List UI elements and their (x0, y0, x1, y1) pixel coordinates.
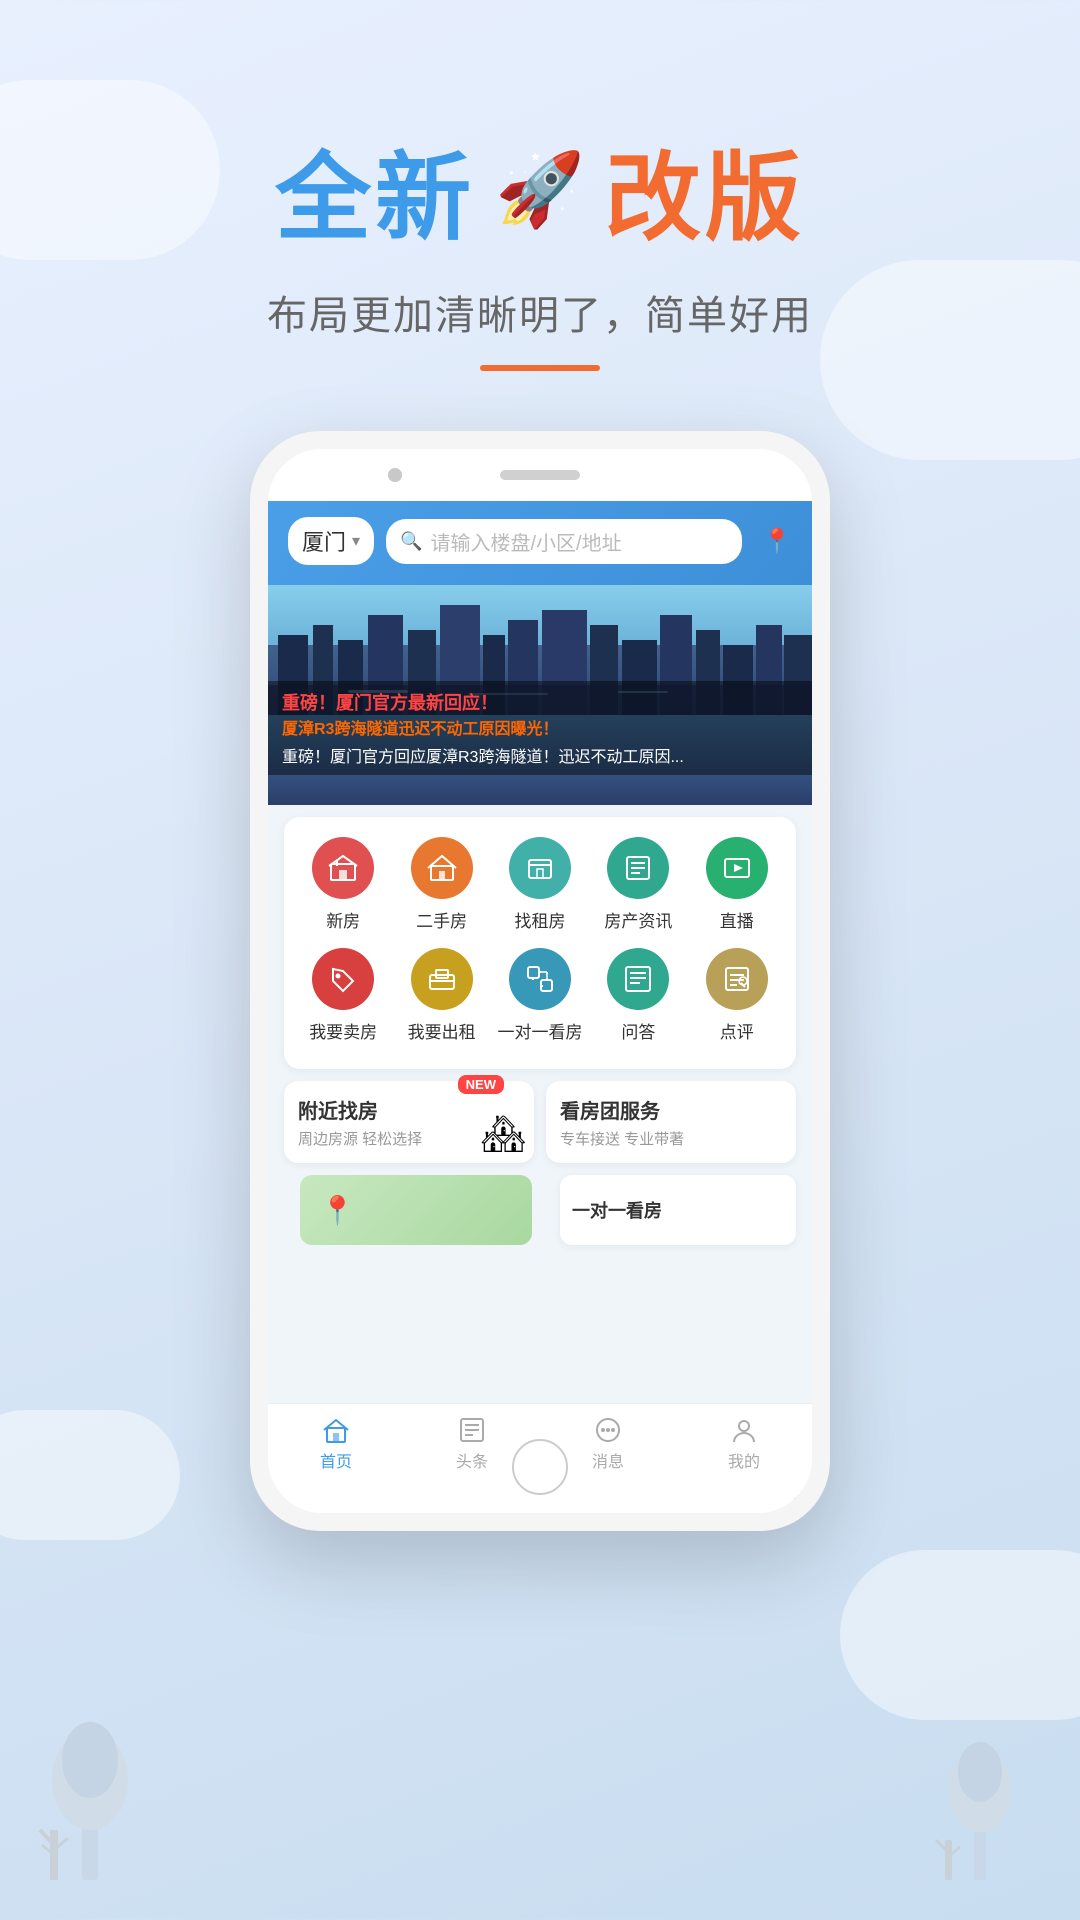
sell-icon-circle (312, 948, 374, 1010)
icon-second-house[interactable]: 二手房 (392, 837, 490, 932)
icon-qa[interactable]: 问答 (589, 948, 687, 1043)
header-title: 全新 🚀 改版 (0, 120, 1080, 259)
one-on-one-card-title: 一对一看房 (572, 1197, 662, 1223)
icon-review[interactable]: 点评 (688, 948, 786, 1043)
bg-tree-right (930, 1700, 1030, 1880)
icon-one-on-one[interactable]: 一对一看房 (491, 948, 589, 1043)
phone-inner: 厦门 ▾ 🔍 请输入楼盘/小区/地址 📍 (268, 449, 812, 1513)
map-pin-icon: 📍 (320, 1194, 355, 1227)
qa-label: 问答 (621, 1018, 655, 1043)
chevron-down-icon: ▾ (352, 531, 360, 551)
nearby-building-icon: 🏘 (480, 1113, 526, 1155)
phone-camera (388, 468, 402, 482)
search-bar[interactable]: 🔍 请输入楼盘/小区/地址 (386, 519, 742, 564)
icons-row-2: 我要卖房 我要出租 一对一看房 (294, 948, 786, 1043)
home-nav-icon (322, 1416, 350, 1444)
messages-nav-icon (594, 1416, 622, 1444)
news-label: 房产资讯 (604, 907, 672, 932)
icon-rent-out[interactable]: 我要出租 (392, 948, 490, 1043)
search-icon: 🔍 (400, 531, 422, 552)
header-subtitle: 布局更加清晰明了，简单好用 (0, 283, 1080, 341)
bottom-nav: 首页 头条 (268, 1403, 812, 1513)
map-area[interactable]: 📍 (300, 1175, 532, 1245)
rent-out-icon-circle (411, 948, 473, 1010)
search-row: 厦门 ▾ 🔍 请输入楼盘/小区/地址 📍 (288, 517, 792, 565)
icon-news[interactable]: 房产资讯 (589, 837, 687, 932)
bottom-section: NEW 附近找房 周边房源 轻松选择 🏘 看房团服务 专车接送 专业带著 🏗 (284, 1081, 796, 1163)
phone-speaker (500, 470, 580, 480)
bg-tree-left (30, 1680, 150, 1880)
banner-ticker: 重磅！厦门官方回应厦漳R3跨海隧道！迅迟不动工原因... (282, 743, 798, 767)
app-header: 厦门 ▾ 🔍 请输入楼盘/小区/地址 📍 (268, 501, 812, 585)
house-tour-title: 看房团服务 (560, 1095, 782, 1124)
nav-profile[interactable]: 我的 (676, 1416, 812, 1472)
title-part1: 全新 (275, 120, 475, 259)
nav-messages-label: 消息 (592, 1448, 624, 1472)
header-underline (480, 365, 600, 371)
one-on-one-card[interactable]: 一对一看房 (560, 1175, 796, 1245)
icon-rental[interactable]: 找租房 (491, 837, 589, 932)
rental-icon-circle (509, 837, 571, 899)
nearby-card[interactable]: NEW 附近找房 周边房源 轻松选择 🏘 (284, 1081, 534, 1163)
banner-headline: 重磅！厦门官方最新回应！ (282, 689, 798, 715)
icon-live[interactable]: 直播 (688, 837, 786, 932)
icons-card: 新房 二手房 找租房 (284, 817, 796, 1069)
home-button[interactable] (512, 1439, 568, 1495)
banner-area[interactable]: 重磅！厦门官方最新回应！ 厦漳R3跨海隧道迅迟不动工原因曝光！ 重磅！厦门官方回… (268, 585, 812, 805)
rent-out-label: 我要出租 (408, 1018, 476, 1043)
one-on-one-icon-circle (509, 948, 571, 1010)
one-on-one-label: 一对一看房 (497, 1018, 582, 1043)
bottom-row: 📍 一对一看房 (284, 1175, 796, 1245)
city-selector[interactable]: 厦门 ▾ (288, 517, 374, 565)
header-area: 全新 🚀 改版 布局更加清晰明了，简单好用 (0, 0, 1080, 371)
news-icon-circle (607, 837, 669, 899)
app-content: 厦门 ▾ 🔍 请输入楼盘/小区/地址 📍 (268, 501, 812, 1513)
banner-text-overlay: 重磅！厦门官方最新回应！ 厦漳R3跨海隧道迅迟不动工原因曝光！ 重磅！厦门官方回… (268, 681, 812, 775)
sell-label: 我要卖房 (309, 1018, 377, 1043)
headlines-nav-icon (458, 1416, 486, 1444)
title-part2: 改版 (605, 120, 805, 259)
new-house-icon-circle (312, 837, 374, 899)
city-name: 厦门 (302, 525, 346, 557)
second-house-label: 二手房 (416, 907, 467, 932)
bg-cloud-4 (840, 1550, 1080, 1720)
phone-outer: 厦门 ▾ 🔍 请输入楼盘/小区/地址 📍 (250, 431, 830, 1531)
rocket-icon: 🚀 (495, 147, 585, 232)
phone-wrapper: 厦门 ▾ 🔍 请输入楼盘/小区/地址 📍 (0, 431, 1080, 1531)
banner-subtext: 厦漳R3跨海隧道迅迟不动工原因曝光！ (282, 715, 798, 739)
profile-nav-icon (730, 1416, 758, 1444)
house-tour-subtitle: 专车接送 专业带著 (560, 1128, 782, 1149)
icon-new-house[interactable]: 新房 (294, 837, 392, 932)
new-badge: NEW (458, 1075, 504, 1094)
live-label: 直播 (720, 907, 754, 932)
review-label: 点评 (720, 1018, 754, 1043)
new-house-label: 新房 (326, 907, 360, 932)
location-icon[interactable]: 📍 (762, 527, 792, 556)
icons-row-1: 新房 二手房 找租房 (294, 837, 786, 932)
nav-home[interactable]: 首页 (268, 1416, 404, 1472)
phone-notch (268, 449, 812, 501)
nav-home-label: 首页 (320, 1448, 352, 1472)
qa-icon-circle (607, 948, 669, 1010)
rental-label: 找租房 (514, 907, 565, 932)
review-icon-circle (706, 948, 768, 1010)
live-icon-circle (706, 837, 768, 899)
search-placeholder-text: 请输入楼盘/小区/地址 (430, 527, 621, 556)
nav-profile-label: 我的 (728, 1448, 760, 1472)
second-house-icon-circle (411, 837, 473, 899)
icon-sell[interactable]: 我要卖房 (294, 948, 392, 1043)
house-tour-card[interactable]: 看房团服务 专车接送 专业带著 🏗 (546, 1081, 796, 1163)
nav-headlines-label: 头条 (456, 1448, 488, 1472)
